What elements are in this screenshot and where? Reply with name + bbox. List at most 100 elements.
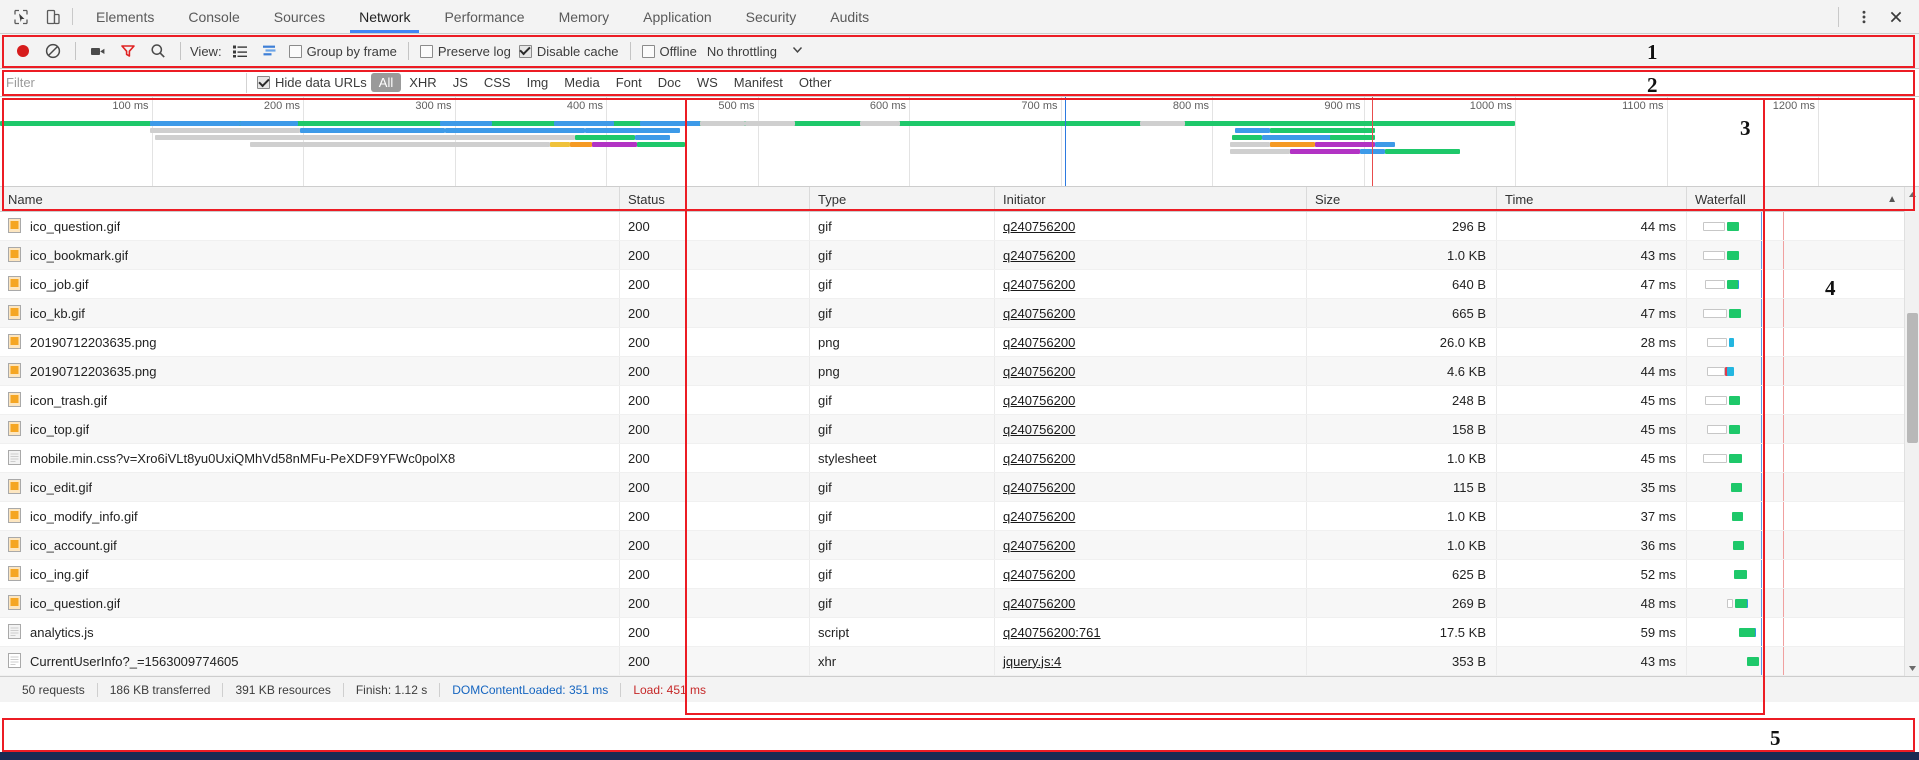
filter-input[interactable] [0, 69, 240, 96]
filter-type-font[interactable]: Font [608, 73, 650, 92]
scroll-down-arrow-icon[interactable] [1905, 661, 1919, 676]
cell-waterfall[interactable] [1687, 241, 1919, 269]
table-row[interactable]: ico_question.gif 200 gif q240756200 296 B 44 … [0, 212, 1919, 241]
offline-box[interactable] [641, 44, 655, 58]
table-row[interactable]: mobile.min.css?v=Xro6iVLt8yu0UxiQMhVd58n… [0, 444, 1919, 473]
filter-type-js[interactable]: JS [445, 73, 476, 92]
cell-waterfall[interactable] [1687, 299, 1919, 327]
cell-name[interactable]: ico_top.gif [0, 415, 620, 443]
cell-waterfall[interactable] [1687, 502, 1919, 530]
table-row[interactable]: 20190712203635.png 200 png q240756200 4.6 KB… [0, 357, 1919, 386]
initiator-link[interactable]: q240756200 [1003, 364, 1075, 379]
cell-name[interactable]: ico_kb.gif [0, 299, 620, 327]
tab-performance[interactable]: Performance [427, 0, 541, 33]
cell-waterfall[interactable] [1687, 328, 1919, 356]
capture-screenshots-button[interactable] [83, 38, 113, 64]
preserve-log-box[interactable] [419, 44, 433, 58]
column-header-time[interactable]: Time [1497, 187, 1687, 211]
initiator-link[interactable]: q240756200 [1003, 480, 1075, 495]
initiator-link[interactable]: q240756200 [1003, 451, 1075, 466]
table-row[interactable]: ico_account.gif 200 gif q240756200 1.0 KB 36 … [0, 531, 1919, 560]
table-row[interactable]: 20190712203635.png 200 png q240756200 26.0 K… [0, 328, 1919, 357]
filter-type-media[interactable]: Media [556, 73, 607, 92]
initiator-link[interactable]: q240756200 [1003, 422, 1075, 437]
table-row[interactable]: CurrentUserInfo?_=1563009774605 200 xhr jqu… [0, 647, 1919, 676]
waterfall-view-icon[interactable] [255, 38, 285, 64]
cell-name[interactable]: ico_question.gif [0, 589, 620, 617]
tab-audits[interactable]: Audits [813, 0, 886, 33]
filter-type-doc[interactable]: Doc [650, 73, 689, 92]
column-header-initiator[interactable]: Initiator [995, 187, 1307, 211]
cell-name[interactable]: ico_question.gif [0, 212, 620, 240]
tab-memory[interactable]: Memory [542, 0, 627, 33]
table-row[interactable]: ico_kb.gif 200 gif q240756200 665 B 47 ms [0, 299, 1919, 328]
group-by-frame-checkbox[interactable]: Group by frame [288, 44, 397, 59]
scrollbar-thumb[interactable] [1907, 313, 1918, 443]
cell-waterfall[interactable] [1687, 618, 1919, 646]
offline-checkbox[interactable]: Offline [641, 44, 697, 59]
table-row[interactable]: ico_bookmark.gif 200 gif q240756200 1.0 KB 43… [0, 241, 1919, 270]
device-toolbar-icon[interactable] [42, 6, 64, 28]
initiator-link[interactable]: q240756200 [1003, 538, 1075, 553]
table-row[interactable]: ico_question.gif 200 gif q240756200 269 B 48 … [0, 589, 1919, 618]
cell-name[interactable]: icon_trash.gif [0, 386, 620, 414]
tab-application[interactable]: Application [626, 0, 729, 33]
initiator-link[interactable]: q240756200 [1003, 248, 1075, 263]
filter-button[interactable] [113, 38, 143, 64]
cell-name[interactable]: ico_edit.gif [0, 473, 620, 501]
inspect-element-icon[interactable] [10, 6, 32, 28]
table-vertical-scrollbar[interactable] [1904, 187, 1919, 676]
tab-elements[interactable]: Elements [79, 0, 171, 33]
close-icon[interactable] [1881, 3, 1911, 31]
cell-name[interactable]: ico_ing.gif [0, 560, 620, 588]
cell-name[interactable]: ico_account.gif [0, 531, 620, 559]
filter-type-all[interactable]: All [370, 73, 402, 92]
cell-waterfall[interactable] [1687, 386, 1919, 414]
table-row[interactable]: analytics.js 200 script q240756200:761 17.5 … [0, 618, 1919, 647]
throttling-select[interactable]: No throttling [707, 44, 777, 59]
filter-type-xhr[interactable]: XHR [401, 73, 444, 92]
cell-waterfall[interactable] [1687, 357, 1919, 385]
cell-name[interactable]: analytics.js [0, 618, 620, 646]
tab-security[interactable]: Security [729, 0, 814, 33]
cell-waterfall[interactable] [1687, 212, 1919, 240]
initiator-link[interactable]: q240756200 [1003, 393, 1075, 408]
column-header-status[interactable]: Status [620, 187, 810, 211]
filter-type-other[interactable]: Other [791, 73, 840, 92]
cell-waterfall[interactable] [1687, 647, 1919, 675]
initiator-link[interactable]: q240756200 [1003, 277, 1075, 292]
initiator-link[interactable]: q240756200 [1003, 219, 1075, 234]
search-button[interactable] [143, 38, 173, 64]
table-row[interactable]: ico_edit.gif 200 gif q240756200 115 B 35 ms [0, 473, 1919, 502]
initiator-link[interactable]: jquery.js:4 [1003, 654, 1061, 669]
filter-type-img[interactable]: Img [519, 73, 557, 92]
table-row[interactable]: ico_modify_info.gif 200 gif q240756200 1.0 K… [0, 502, 1919, 531]
cell-waterfall[interactable] [1687, 560, 1919, 588]
chevron-down-icon[interactable] [791, 43, 804, 59]
cell-name[interactable]: mobile.min.css?v=Xro6iVLt8yu0UxiQMhVd58n… [0, 444, 620, 472]
list-view-icon[interactable] [225, 38, 255, 64]
initiator-link[interactable]: q240756200 [1003, 306, 1075, 321]
table-row[interactable]: ico_top.gif 200 gif q240756200 158 B 45 ms [0, 415, 1919, 444]
record-button[interactable] [8, 38, 38, 64]
table-row[interactable]: icon_trash.gif 200 gif q240756200 248 B 45 ms [0, 386, 1919, 415]
cell-waterfall[interactable] [1687, 589, 1919, 617]
cell-name[interactable]: CurrentUserInfo?_=1563009774605 [0, 647, 620, 675]
cell-name[interactable]: 20190712203635.png [0, 357, 620, 385]
hide-data-urls-box[interactable] [257, 76, 270, 89]
initiator-link[interactable]: q240756200 [1003, 509, 1075, 524]
cell-waterfall[interactable] [1687, 270, 1919, 298]
column-header-name[interactable]: Name [0, 187, 620, 211]
more-options-icon[interactable] [1849, 3, 1879, 31]
cell-name[interactable]: ico_job.gif [0, 270, 620, 298]
cell-name[interactable]: 20190712203635.png [0, 328, 620, 356]
group-by-frame-box[interactable] [288, 44, 302, 58]
initiator-link[interactable]: q240756200 [1003, 596, 1075, 611]
cell-waterfall[interactable] [1687, 473, 1919, 501]
table-row[interactable]: ico_ing.gif 200 gif q240756200 625 B 52 ms [0, 560, 1919, 589]
disable-cache-box[interactable] [518, 44, 532, 58]
initiator-link[interactable]: q240756200:761 [1003, 625, 1101, 640]
column-header-waterfall[interactable]: Waterfall ▲ [1687, 187, 1919, 211]
hide-data-urls-checkbox[interactable]: Hide data URLs [257, 75, 367, 90]
cell-waterfall[interactable] [1687, 444, 1919, 472]
